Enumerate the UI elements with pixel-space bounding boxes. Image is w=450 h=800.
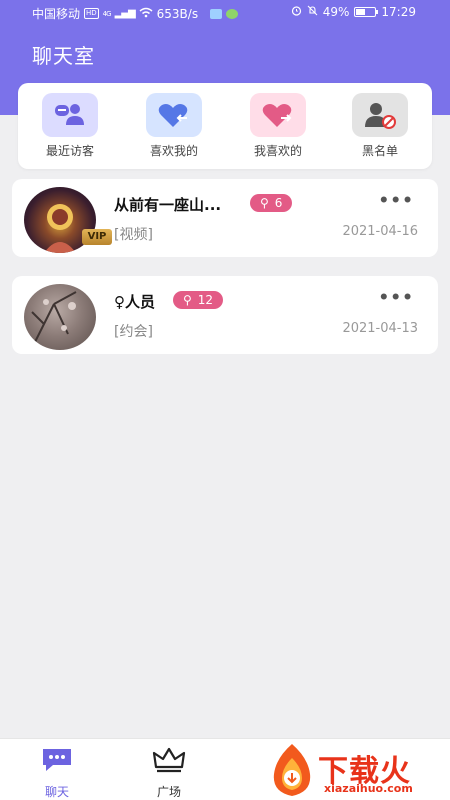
female-icon: ⚲ xyxy=(260,196,269,210)
status-badge: ⚲ 6 xyxy=(250,194,293,212)
i-like-button[interactable]: 我喜欢的 xyxy=(238,93,318,159)
status-bar: 中国移动 HD 4G ▂▄▆ 653B/s 49% 17:29 xyxy=(0,0,450,26)
blacklist-button[interactable]: 黑名单 xyxy=(340,93,420,159)
crown-icon xyxy=(151,747,187,779)
chat-name: 从前有一座山... xyxy=(114,196,222,214)
watermark-url: xiazaihuo.com xyxy=(324,782,413,795)
vip-badge: VIP xyxy=(82,229,112,245)
last-message-tag: [约会] xyxy=(114,324,153,340)
chat-date: 2021-04-16 xyxy=(342,224,418,239)
page-title: 聊天室 xyxy=(32,44,95,68)
visitor-icon xyxy=(42,93,98,137)
heart-arrow-out-icon xyxy=(250,93,306,137)
badge-count: 12 xyxy=(197,293,214,307)
tab-label: 广场 xyxy=(156,785,181,799)
alarm-icon xyxy=(291,5,302,19)
status-badge: ⚲ 12 xyxy=(173,291,224,309)
hd-icon: HD xyxy=(84,8,99,19)
blocked-user-icon xyxy=(352,93,408,137)
tab-square[interactable]: 广场 xyxy=(134,745,204,800)
more-options-icon[interactable]: ••• xyxy=(378,288,414,308)
network-label: 4G xyxy=(102,9,112,18)
chat-name: ♀人员 xyxy=(114,293,155,311)
i-like-label: 我喜欢的 xyxy=(253,144,302,158)
watermark-logo-icon xyxy=(273,744,311,796)
app-notification-icon xyxy=(210,8,223,19)
likes-me-button[interactable]: 喜欢我的 xyxy=(134,93,214,159)
recent-visitors-button[interactable]: 最近访客 xyxy=(30,93,110,159)
recent-visitors-label: 最近访客 xyxy=(45,144,94,158)
chat-date: 2021-04-13 xyxy=(342,321,418,336)
female-icon: ⚲ xyxy=(183,293,192,307)
tab-label: 聊天 xyxy=(44,785,69,799)
wechat-notification-icon xyxy=(226,8,239,19)
watermark: 下载火 xiazaihuo.com xyxy=(264,740,450,800)
wifi-icon xyxy=(139,7,153,21)
tab-chat[interactable]: 聊天 xyxy=(22,745,92,800)
chat-list-item[interactable]: VIP 从前有一座山... ⚲ 6 ••• [视频] 2021-04-16 xyxy=(12,179,438,257)
battery-icon xyxy=(354,7,379,17)
more-options-icon[interactable]: ••• xyxy=(378,191,414,211)
avatar xyxy=(24,284,96,350)
battery-percent: 49% xyxy=(322,5,350,19)
last-message-tag: [视频] xyxy=(114,227,153,243)
badge-count: 6 xyxy=(274,196,283,210)
chat-icon xyxy=(39,749,75,779)
heart-arrow-in-icon xyxy=(146,93,202,137)
carrier-label: 中国移动 xyxy=(32,7,81,21)
likes-me-label: 喜欢我的 xyxy=(149,144,198,158)
quick-actions-card: 最近访客 喜欢我的 我喜欢的 黑名单 xyxy=(18,83,432,169)
clock: 17:29 xyxy=(381,5,416,19)
signal-icon: ▂▄▆ xyxy=(114,8,136,19)
network-speed: 653B/s xyxy=(156,6,199,21)
chat-list-item[interactable]: ♀人员 ⚲ 12 ••• [约会] 2021-04-13 xyxy=(12,276,438,354)
mute-icon xyxy=(307,5,318,19)
blacklist-label: 黑名单 xyxy=(361,144,398,158)
